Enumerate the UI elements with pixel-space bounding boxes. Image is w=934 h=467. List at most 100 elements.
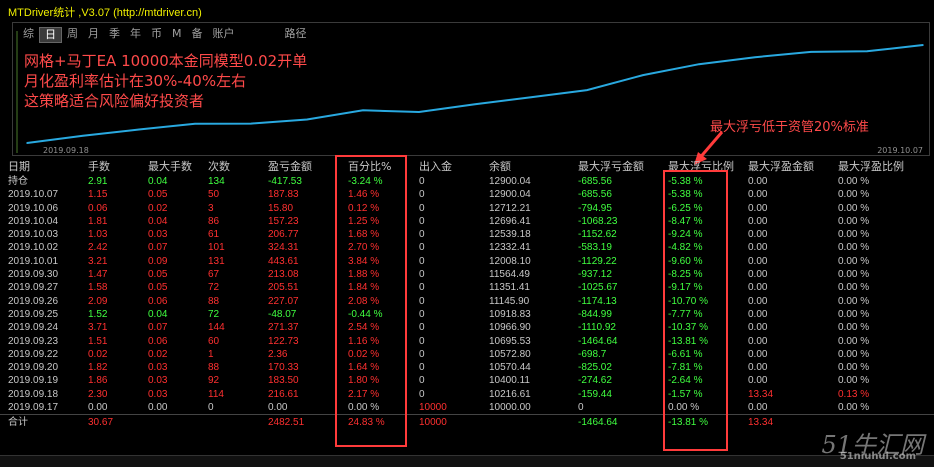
cell-lots: 1.81: [88, 215, 108, 227]
header-count[interactable]: 次数: [208, 158, 230, 175]
table-row[interactable]: 2019.10.07 1.15 0.05 50 187.83 1.46 % 0 12900.0…: [0, 188, 934, 201]
table-row[interactable]: 2019.09.24 3.71 0.07 144 271.37 2.54 % 0 10966.…: [0, 321, 934, 334]
total-deposit: 10000: [419, 417, 447, 429]
table-row[interactable]: 2019.09.23 1.51 0.06 60 122.73 1.16 % 0 10695.5…: [0, 335, 934, 348]
header-balance[interactable]: 余额: [489, 158, 511, 175]
cell-pnl: -48.07: [268, 308, 297, 320]
cell-pnl: 157.23: [268, 215, 299, 227]
cell-balance: 12900.04: [489, 189, 531, 201]
cell-deposit: 0: [419, 269, 425, 281]
equity-point: [362, 109, 364, 112]
cell-pnl: 2.36: [268, 348, 288, 360]
header-lots[interactable]: 手数: [88, 158, 110, 175]
tab-yearly[interactable]: 年: [125, 27, 146, 43]
cell-count: 50: [208, 189, 220, 201]
cell-balance: 10400.11: [489, 375, 530, 387]
tab-daily[interactable]: 日: [39, 27, 62, 43]
window-title: MTDriver统计 ,V3.07 (http://mtdriver.cn): [8, 7, 202, 19]
header-max-runup-pct[interactable]: 最大浮盈比例: [838, 158, 904, 175]
cell-max-runup: 0.00: [748, 295, 768, 307]
tab-magic[interactable]: M: [167, 27, 187, 43]
tab-notes[interactable]: 备: [187, 27, 208, 43]
chart-end-date: 2019.10.07: [877, 146, 923, 155]
header-deposit[interactable]: 出入金: [419, 158, 452, 175]
header-pnl[interactable]: 盈亏金额: [268, 158, 312, 175]
cell-max-lots: 0.06: [148, 295, 168, 307]
cell-pnl: 15.80: [268, 202, 294, 214]
cell-max-lots: 0.04: [148, 308, 168, 320]
cell-max-drawdown: -1025.67: [578, 282, 618, 294]
table-row[interactable]: 2019.09.19 1.86 0.03 92 183.50 1.80 % 0 10400.1…: [0, 374, 934, 387]
cell-max-lots: 0.07: [148, 242, 168, 254]
cell-max-runup: 0.00: [748, 282, 768, 294]
table-row[interactable]: 2019.09.18 2.30 0.03 114 216.61 2.17 % 0 10216.…: [0, 388, 934, 401]
cell-pnl: 170.33: [268, 362, 299, 374]
table-row[interactable]: 2019.09.26 2.09 0.06 88 227.07 2.08 % 0 11145.9…: [0, 295, 934, 308]
equity-point: [138, 128, 140, 131]
cell-lots: 1.58: [88, 282, 108, 294]
equity-point: [26, 142, 28, 144]
cell-deposit: 0: [419, 255, 425, 267]
tab-overview[interactable]: 综: [18, 27, 39, 43]
table-row[interactable]: 2019.10.04 1.81 0.04 86 157.23 1.25 % 0 12696.4…: [0, 215, 934, 228]
tab-weekly[interactable]: 周: [62, 27, 83, 43]
header-max-lots[interactable]: 最大手数: [148, 158, 192, 175]
title-bar: MTDriver统计 ,V3.07 (http://mtdriver.cn): [0, 0, 934, 22]
cell-pnl: 205.51: [268, 282, 299, 294]
cell-balance: 12712.21: [489, 202, 531, 214]
table-row[interactable]: 2019.09.22 0.02 0.02 1 2.36 0.02 % 0 10572.80 -6…: [0, 348, 934, 361]
total-label: 合计: [8, 417, 28, 429]
equity-point: [194, 122, 196, 125]
cell-max-lots: 0.09: [148, 255, 168, 267]
cell-max-lots: 0.02: [148, 202, 168, 214]
cell-lots: 2.09: [88, 295, 108, 307]
tab-quarterly[interactable]: 季: [104, 27, 125, 43]
tab-path[interactable]: 路径: [280, 27, 312, 43]
cell-count: 134: [208, 176, 225, 187]
table-row[interactable]: 2019.10.06 0.06 0.02 3 15.80 0.12 % 0 12712.21-…: [0, 202, 934, 215]
cell-max-drawdown: -583.19: [578, 242, 612, 254]
table-row[interactable]: 2019.09.27 1.58 0.05 72 205.51 1.84 % 0 11351.4…: [0, 281, 934, 294]
cell-lots: 1.03: [88, 229, 108, 241]
cell-count: 72: [208, 308, 220, 320]
header-max-drawdown[interactable]: 最大浮亏金额: [578, 158, 644, 175]
cell-max-runup-pct: 0.00 %: [838, 362, 870, 374]
cell-max-runup: 0.00: [748, 242, 768, 254]
cell-max-runup-pct: 0.00 %: [838, 202, 870, 214]
cell-count: 61: [208, 229, 220, 241]
table-row[interactable]: 2019.09.20 1.82 0.03 88 170.33 1.64 % 0 10570.4…: [0, 361, 934, 374]
cell-pnl: 216.61: [268, 388, 299, 400]
cell-date: 2019.09.18: [8, 388, 59, 400]
cell-pnl: 213.08: [268, 269, 299, 281]
cell-count: 144: [208, 322, 225, 334]
table-row[interactable]: 持仓 2.91 0.04 134 -417.53 -3.24 % 0 12900.04 -685…: [0, 175, 934, 188]
cell-lots: 1.82: [88, 362, 108, 374]
table-row[interactable]: 2019.10.02 2.42 0.07 101 324.31 2.70 % 0 12332.…: [0, 241, 934, 254]
cell-deposit: 0: [419, 335, 425, 347]
tab-currency[interactable]: 币: [146, 27, 167, 43]
bottom-timeline-strip[interactable]: [0, 455, 934, 467]
tab-account[interactable]: 账户: [208, 27, 240, 43]
cell-balance: 12900.04: [489, 176, 531, 187]
cell-max-drawdown: -1464.64: [578, 335, 618, 347]
cell-balance: 12539.18: [489, 229, 531, 241]
cell-count: 92: [208, 375, 220, 387]
annotation-line-1: 网格+马丁EA 10000本金同模型0.02开单: [24, 52, 308, 70]
cell-max-lots: 0.00: [148, 402, 168, 414]
cell-max-lots: 0.02: [148, 348, 168, 360]
table-row[interactable]: 2019.09.17 0.00 0.00 0 0.00 0.00 % 10000 10000.…: [0, 401, 934, 414]
table-row[interactable]: 2019.09.30 1.47 0.05 67 213.08 1.88 % 0 11564.4…: [0, 268, 934, 281]
cell-date: 2019.10.03: [8, 229, 59, 241]
tab-monthly[interactable]: 月: [83, 27, 104, 43]
table-row[interactable]: 2019.09.25 1.52 0.04 72 -48.07 -0.44 % 0 10918.…: [0, 308, 934, 321]
cell-count: 88: [208, 295, 220, 307]
header-date[interactable]: 日期: [8, 158, 30, 175]
table-row[interactable]: 2019.10.01 3.21 0.09 131 443.61 3.84 % 0 12008.…: [0, 255, 934, 268]
cell-max-drawdown: -825.02: [578, 362, 612, 374]
cell-date: 持仓: [8, 176, 28, 187]
cell-lots: 1.86: [88, 375, 108, 387]
table-row[interactable]: 2019.10.03 1.03 0.03 61 206.77 1.68 % 0 12539.1…: [0, 228, 934, 241]
cell-deposit: 0: [419, 215, 425, 227]
cell-max-runup: 0.00: [748, 202, 768, 214]
header-max-runup[interactable]: 最大浮盈金额: [748, 158, 814, 175]
